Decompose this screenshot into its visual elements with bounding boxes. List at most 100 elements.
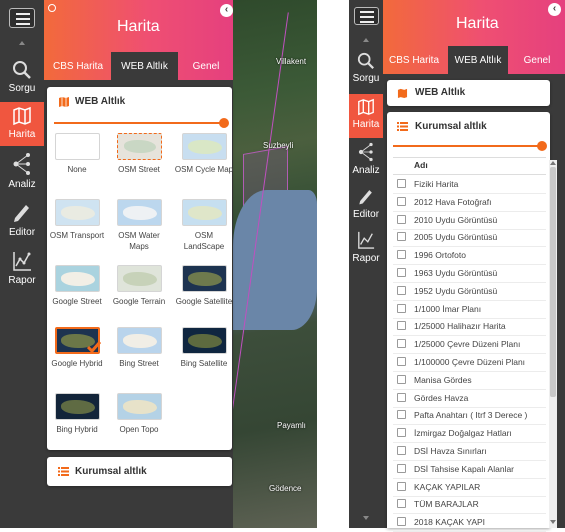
scroll-up-icon[interactable]	[363, 38, 369, 42]
web-altlik-card: WEB Altlık None OSM Street OSM Cycle Map…	[47, 87, 234, 450]
layer-checkbox[interactable]	[397, 214, 406, 224]
scroll-down-icon[interactable]	[363, 516, 369, 520]
layer-row[interactable]: 1952 Uydu Görüntüsü	[397, 283, 497, 300]
rail-item-analiz[interactable]: Analiz	[0, 152, 44, 192]
layer-row[interactable]: Pafta Anahtarı ( Itrf 3 Derece )	[397, 407, 527, 424]
map-view[interactable]: Villakent Suzbeyli Payamlı Gödence	[218, 0, 317, 528]
layer-checkbox[interactable]	[397, 268, 406, 277]
layer-row[interactable]: Fiziki Harita	[397, 176, 458, 193]
layer-checkbox[interactable]	[397, 392, 406, 402]
scroll-up-icon[interactable]	[19, 41, 25, 45]
basemap-option[interactable]: None	[47, 133, 107, 175]
basemap-thumbnail	[181, 199, 227, 226]
layer-checkbox[interactable]	[397, 357, 406, 366]
layer-checkbox[interactable]	[397, 321, 406, 331]
layer-row[interactable]: 2018 KAÇAK YAPI	[397, 514, 485, 531]
rail-item-harita[interactable]: Harita	[349, 94, 383, 138]
network-icon	[358, 142, 373, 162]
tab-cbs-harita[interactable]: CBS Harita	[47, 52, 109, 82]
basemap-label: Bing Hybrid	[56, 425, 98, 434]
layer-checkbox[interactable]	[397, 410, 406, 420]
opacity-slider-track[interactable]	[393, 145, 541, 147]
layer-row[interactable]: 2012 Hava Fotoğrafı	[397, 194, 492, 211]
layer-checkbox[interactable]	[397, 499, 406, 509]
web-altlik-card[interactable]: WEB Altlık	[387, 80, 550, 106]
basemap-option[interactable]: Google Terrain	[109, 265, 169, 307]
layer-checkbox[interactable]	[397, 446, 406, 455]
layer-row[interactable]: 1/25000 Halihazır Harita	[397, 318, 506, 335]
layer-row[interactable]: 1/1000 İmar Planı	[397, 301, 481, 318]
collapse-panel-button[interactable]: ‹	[220, 4, 233, 17]
layer-checkbox[interactable]	[397, 339, 406, 349]
layer-row[interactable]: 2005 Uydu Görüntüsü	[397, 229, 497, 246]
layer-checkbox[interactable]	[397, 463, 406, 473]
tab-web-altlik[interactable]: WEB Altlık	[111, 52, 178, 82]
tab-genel[interactable]: Genel	[182, 52, 230, 82]
layer-checkbox[interactable]	[397, 179, 406, 188]
basemap-option[interactable]: OSM Transport	[47, 199, 107, 241]
layer-row[interactable]: DSİ Tahsise Kapalı Alanlar	[397, 461, 514, 478]
layer-row[interactable]: 1/25000 Çevre Düzeni Planı	[397, 336, 520, 353]
map-icon	[358, 98, 374, 116]
basemap-thumbnail	[181, 327, 227, 354]
rail-item-editor[interactable]: Editor	[0, 200, 44, 240]
hamburger-menu-button[interactable]	[9, 8, 35, 28]
basemap-label: Google Hybrid	[51, 359, 103, 368]
layer-row[interactable]: DSİ Havza Sınırları	[397, 443, 487, 460]
rail-label: Analiz	[352, 165, 380, 176]
kurumsal-altlik-card[interactable]: Kurumsal altlık	[47, 457, 232, 486]
list-icon	[58, 467, 69, 476]
scroll-down-arrow-icon[interactable]	[550, 520, 556, 524]
layer-row[interactable]: 1/100000 Çevre Düzeni Planı	[397, 354, 525, 371]
basemap-option[interactable]: Bing Street	[109, 327, 169, 369]
layer-checkbox[interactable]	[397, 517, 406, 527]
rail-item-editor[interactable]: Editor	[349, 186, 383, 224]
layer-row[interactable]: Gördes Havza	[397, 390, 468, 407]
layer-checkbox[interactable]	[397, 481, 406, 491]
basemap-option[interactable]: OSM Water Maps	[109, 199, 169, 252]
layer-row[interactable]: KAÇAK YAPILAR	[397, 479, 480, 496]
rail-item-harita[interactable]: Harita	[0, 102, 44, 146]
basemap-option[interactable]: OSM LandScape	[174, 199, 234, 252]
layer-checkbox[interactable]	[397, 232, 406, 242]
rail-item-sorgu[interactable]: Sorgu	[0, 58, 44, 98]
layer-row[interactable]: İzmirgaz Doğalgaz Hatları	[397, 425, 512, 442]
layer-checkbox[interactable]	[397, 285, 406, 295]
layer-checkbox[interactable]	[397, 428, 406, 438]
basemap-option[interactable]: Open Topo	[109, 393, 169, 435]
tab-genel[interactable]: Genel	[511, 46, 563, 76]
rail-item-sorgu[interactable]: Sorgu	[349, 52, 383, 90]
opacity-slider-handle[interactable]	[219, 118, 229, 128]
scroll-up-arrow-icon[interactable]	[550, 161, 556, 165]
basemap-option[interactable]: Google Hybrid	[47, 327, 107, 369]
layer-row[interactable]: 2010 Uydu Görüntüsü	[397, 212, 497, 229]
basemap-option[interactable]: Bing Hybrid	[47, 393, 107, 435]
gear-icon[interactable]	[48, 4, 56, 12]
rail-item-rapor[interactable]: Rapor	[0, 250, 44, 290]
basemap-option[interactable]: Bing Satellite	[174, 327, 234, 369]
tab-web-altlik[interactable]: WEB Altlık	[448, 46, 508, 76]
basemap-option[interactable]: OSM Cycle Map	[174, 133, 234, 175]
layer-row[interactable]: TÜM BARAJLAR	[397, 496, 479, 513]
basemap-option[interactable]: OSM Street	[109, 133, 169, 175]
table-header-divider	[393, 174, 546, 175]
layer-row[interactable]: Manisa Gördes	[397, 372, 472, 389]
tab-cbs-harita[interactable]: CBS Harita	[383, 46, 445, 76]
rail-item-rapor[interactable]: Rapor	[349, 230, 383, 268]
layer-checkbox[interactable]	[397, 250, 406, 260]
layer-checkbox[interactable]	[397, 196, 406, 206]
opacity-slider-handle[interactable]	[537, 141, 547, 151]
layer-row[interactable]: 1996 Ortofoto	[397, 247, 466, 264]
rail-item-analiz[interactable]: Analiz	[349, 142, 383, 180]
layer-checkbox[interactable]	[397, 374, 406, 384]
basemap-option[interactable]: Google Street	[47, 265, 107, 307]
hamburger-menu-button[interactable]	[354, 7, 379, 25]
layer-checkbox[interactable]	[397, 303, 406, 313]
opacity-slider-track[interactable]	[54, 122, 224, 124]
basemap-option[interactable]: Google Satellite	[174, 265, 234, 307]
layer-row[interactable]: 1963 Uydu Görüntüsü	[397, 265, 497, 282]
scrollbar-thumb[interactable]	[550, 167, 556, 397]
search-icon	[13, 61, 31, 79]
layer-label: Gördes Havza	[414, 392, 469, 403]
collapse-panel-button[interactable]: ‹	[548, 3, 561, 16]
